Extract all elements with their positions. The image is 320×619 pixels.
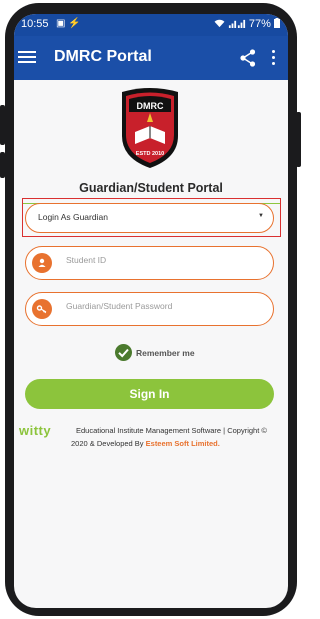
user-icon [32, 253, 52, 273]
footer-line-1: Educational Institute Management Softwar… [76, 426, 267, 435]
login-type-select[interactable]: Login As Guardian ▼ [25, 203, 274, 233]
footer-line-2: 2020 & Developed By Esteem Soft Limited. [71, 439, 220, 448]
battery-icon [274, 18, 280, 28]
status-time: 10:55 [21, 18, 49, 30]
footer-developed-by: 2020 & Developed By [71, 439, 146, 448]
witty-logo: witty [19, 423, 52, 438]
student-id-field[interactable] [25, 246, 274, 280]
volume-button [0, 152, 5, 178]
signal-icon [228, 19, 245, 28]
dropdown-arrow-icon: ▼ [258, 213, 264, 219]
svg-text:DMRC: DMRC [137, 101, 164, 111]
student-id-input[interactable] [66, 255, 261, 265]
checkmark-icon[interactable] [115, 344, 132, 361]
svg-text:ESTD 2010: ESTD 2010 [136, 151, 164, 157]
developer-link[interactable]: Esteem Soft Limited. [146, 439, 220, 448]
volume-button [0, 105, 5, 145]
app-bar: DMRC Portal [14, 36, 288, 80]
hamburger-menu-icon[interactable] [18, 48, 36, 66]
power-button [296, 112, 301, 167]
key-icon [32, 299, 52, 319]
more-options-icon[interactable] [270, 50, 276, 66]
wifi-icon [214, 19, 225, 28]
notification-icons: ▣ ⚡ [56, 18, 81, 29]
share-icon[interactable] [240, 49, 256, 67]
app-screen: 10:55 ▣ ⚡ 77% DMRC Portal DMRC ESTD 2010… [14, 14, 288, 608]
login-type-value: Login As Guardian [38, 212, 108, 222]
status-bar: 10:55 ▣ ⚡ 77% [14, 14, 288, 36]
battery-percent: 77% [248, 18, 271, 30]
portal-title: Guardian/Student Portal [79, 181, 223, 195]
password-input[interactable] [66, 301, 261, 311]
app-title: DMRC Portal [54, 48, 152, 65]
sign-in-button[interactable]: Sign In [25, 379, 274, 409]
status-right: 77% [214, 18, 280, 30]
remember-me-label: Remember me [136, 348, 195, 358]
dmrc-logo: DMRC ESTD 2010 [122, 88, 178, 168]
password-field[interactable] [25, 292, 274, 326]
